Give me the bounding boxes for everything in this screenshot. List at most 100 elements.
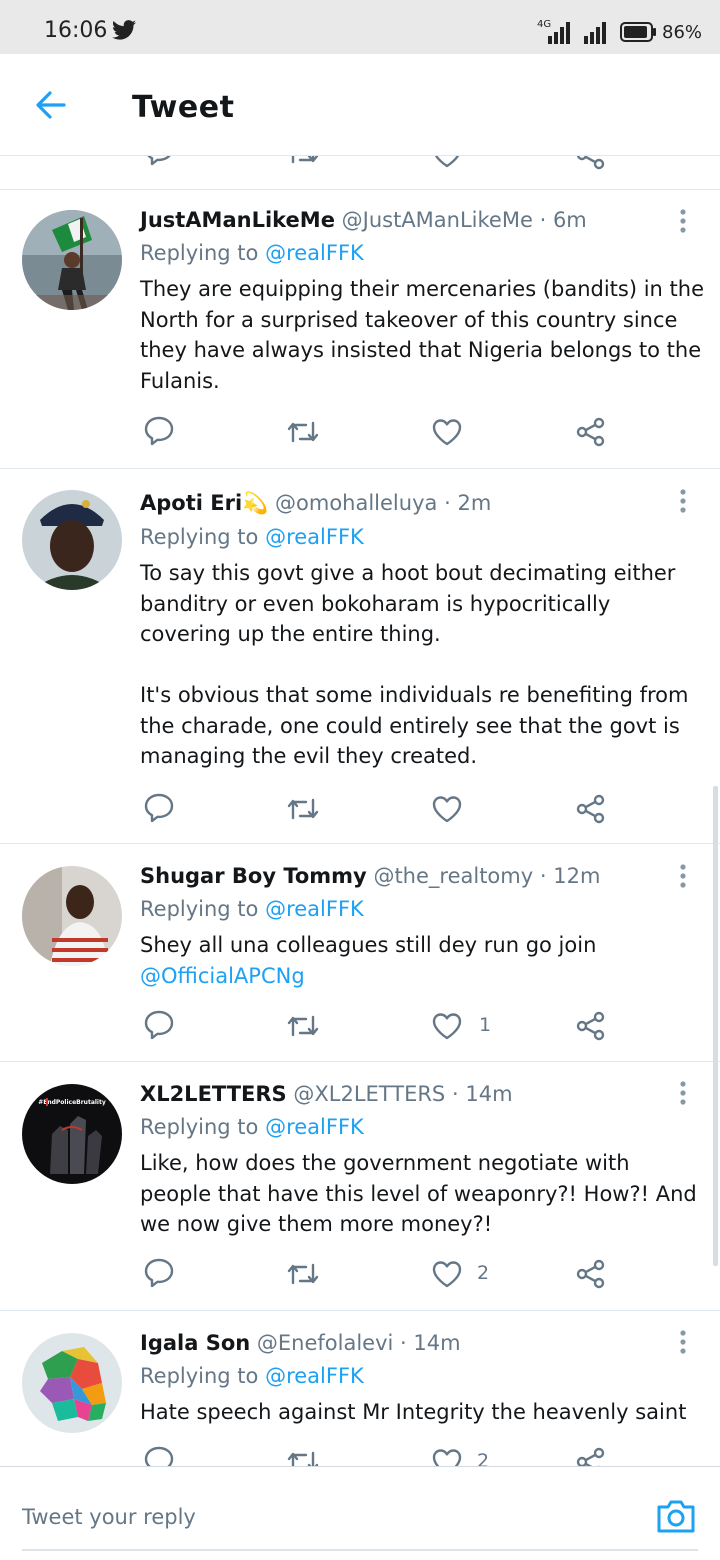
share-icon[interactable]	[576, 1259, 606, 1289]
separator: ·	[444, 491, 451, 515]
name-emoji: 💫	[242, 491, 269, 515]
replying-to: Replying to @realFFK	[140, 1364, 364, 1388]
tweet-header: XL2LETTERS @XL2LETTERS · 14m	[140, 1082, 513, 1106]
tweet[interactable]: Apoti Eri💫 @omohalleluya · 2m Replying t…	[0, 469, 720, 844]
tweet-text: Like, how does the government negotiate …	[140, 1151, 704, 1236]
tweet-header: Apoti Eri💫 @omohalleluya · 2m	[140, 491, 491, 516]
like-count: 2	[477, 1450, 490, 1466]
timestamp: 14m	[465, 1082, 513, 1106]
tweet-text: To say this govt give a hoot bout decima…	[140, 561, 689, 768]
username[interactable]: @XL2LETTERS	[293, 1082, 445, 1106]
mention-link[interactable]: @realFFK	[265, 241, 364, 265]
display-name[interactable]: XL2LETTERS	[140, 1082, 287, 1106]
username[interactable]: @the_realtomy	[373, 864, 533, 888]
tweet[interactable]: Shugar Boy Tommy @the_realtomy · 12m Rep…	[0, 844, 720, 1062]
replying-label: Replying to	[140, 241, 259, 265]
more-vertical-icon[interactable]	[676, 863, 690, 889]
signal-icon-2	[584, 22, 606, 44]
status-bar: 16:06 4G 86%	[0, 0, 720, 54]
tweet[interactable]: Igala Son @Enefolalevi · 14m Replying to…	[0, 1311, 720, 1466]
back-arrow-icon[interactable]	[34, 88, 68, 122]
avatar[interactable]	[22, 490, 122, 590]
more-vertical-icon[interactable]	[676, 1080, 690, 1106]
retweet-icon[interactable]	[286, 1449, 320, 1466]
username[interactable]: @JustAManLikeMe	[342, 208, 533, 232]
reply-icon[interactable]	[143, 793, 175, 823]
reply-icon[interactable]	[143, 1010, 175, 1040]
username[interactable]: @omohalleluya	[275, 491, 437, 515]
input-underline	[22, 1549, 698, 1551]
username[interactable]: @Enefolalevi	[257, 1331, 393, 1355]
reply-icon[interactable]	[143, 1258, 175, 1288]
avatar[interactable]	[22, 866, 122, 966]
battery-percent: 86%	[662, 22, 703, 43]
replying-to: Replying to @realFFK	[140, 897, 364, 921]
app-bar: Tweet	[0, 54, 720, 156]
avatar[interactable]	[22, 210, 122, 310]
retweet-icon[interactable]	[286, 796, 320, 822]
reply-icon[interactable]	[143, 416, 175, 446]
timestamp: 12m	[553, 864, 601, 888]
replying-to: Replying to @realFFK	[140, 525, 364, 549]
share-icon[interactable]	[576, 1447, 606, 1466]
avatar[interactable]	[22, 1333, 122, 1433]
share-icon[interactable]	[576, 156, 606, 170]
display-name[interactable]: Shugar Boy Tommy	[140, 864, 367, 888]
replying-label: Replying to	[140, 1364, 259, 1388]
like-icon[interactable]	[432, 1260, 462, 1288]
status-time: 16:06	[44, 18, 108, 43]
battery-icon	[620, 22, 656, 42]
retweet-icon[interactable]	[286, 419, 320, 445]
separator: ·	[451, 1082, 459, 1106]
mention-link[interactable]: @realFFK	[265, 1115, 364, 1139]
separator: ·	[539, 208, 547, 232]
camera-icon[interactable]	[655, 1497, 697, 1535]
display-name[interactable]: Igala Son	[140, 1331, 250, 1355]
tweet-text: They are equipping their mercenaries (ba…	[140, 277, 711, 393]
mention-link[interactable]: @realFFK	[265, 1364, 364, 1388]
tweet[interactable]: #EndPoliceBrutality XL2LETTERS @XL2LETTE…	[0, 1062, 720, 1311]
previous-tweet-actions	[0, 156, 720, 190]
tweet-header: Igala Son @Enefolalevi · 14m	[140, 1331, 461, 1355]
share-icon[interactable]	[576, 417, 606, 447]
reply-input[interactable]: Tweet your reply	[22, 1505, 196, 1529]
replying-to: Replying to @realFFK	[140, 241, 364, 265]
timestamp: 6m	[552, 208, 587, 232]
retweet-icon[interactable]	[286, 1013, 320, 1039]
timestamp: 14m	[413, 1331, 461, 1355]
like-icon[interactable]	[432, 795, 462, 823]
twitter-bird-icon	[112, 20, 136, 40]
timestamp: 2m	[457, 491, 492, 515]
tweet-text-content: Shey all una colleagues still dey run go…	[140, 933, 597, 957]
reply-composer: Tweet your reply	[0, 1466, 720, 1560]
replying-label: Replying to	[140, 897, 259, 921]
share-icon[interactable]	[576, 1011, 606, 1041]
tweet[interactable]: JustAManLikeMe @JustAManLikeMe · 6m Repl…	[0, 190, 720, 469]
more-vertical-icon[interactable]	[676, 488, 690, 514]
like-icon[interactable]	[432, 1448, 462, 1466]
reply-icon[interactable]	[143, 156, 175, 166]
more-vertical-icon[interactable]	[676, 1329, 690, 1355]
like-icon[interactable]	[432, 418, 462, 446]
display-name[interactable]: Apoti Eri	[140, 491, 242, 515]
replying-label: Replying to	[140, 1115, 259, 1139]
display-name[interactable]: JustAManLikeMe	[140, 208, 335, 232]
scrollbar[interactable]	[713, 786, 718, 1266]
replying-to: Replying to @realFFK	[140, 1115, 364, 1139]
replying-label: Replying to	[140, 525, 259, 549]
separator: ·	[400, 1331, 407, 1355]
retweet-icon[interactable]	[286, 156, 320, 166]
like-icon[interactable]	[432, 156, 462, 168]
page-title: Tweet	[132, 90, 235, 125]
like-icon[interactable]	[432, 1012, 462, 1040]
reply-icon[interactable]	[143, 1446, 175, 1466]
avatar[interactable]: #EndPoliceBrutality	[22, 1084, 122, 1184]
retweet-icon[interactable]	[286, 1261, 320, 1287]
more-vertical-icon[interactable]	[676, 208, 690, 234]
mention-link[interactable]: @OfficialAPCNg	[140, 964, 305, 988]
mention-link[interactable]: @realFFK	[265, 897, 364, 921]
share-icon[interactable]	[576, 794, 606, 824]
separator: ·	[539, 864, 547, 888]
tweet-text: Shey all una colleagues still dey run go…	[140, 930, 706, 991]
mention-link[interactable]: @realFFK	[265, 525, 364, 549]
